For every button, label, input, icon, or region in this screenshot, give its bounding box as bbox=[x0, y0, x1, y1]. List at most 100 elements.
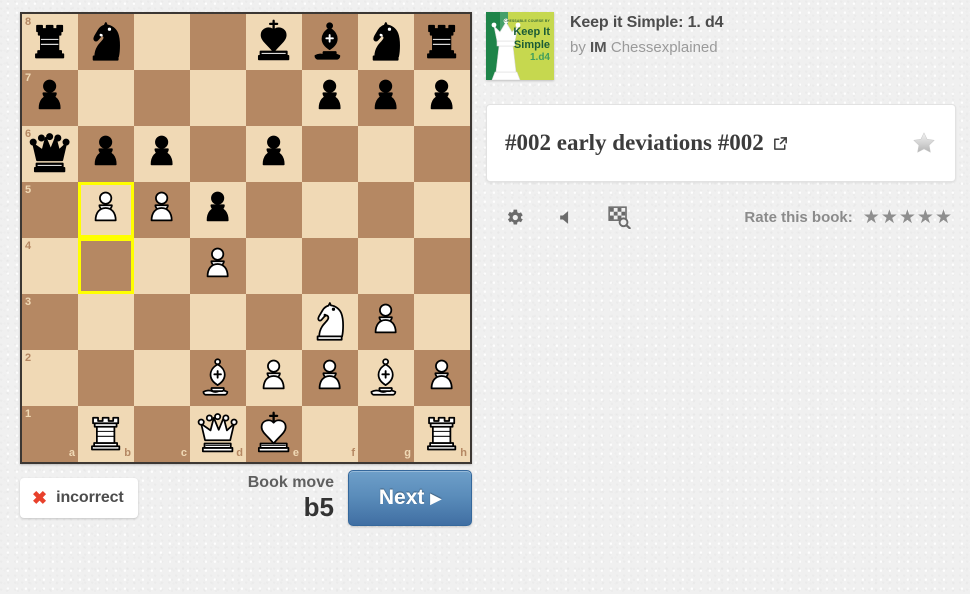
piece-black-pawn-f7[interactable] bbox=[302, 70, 358, 126]
board-square-h3[interactable] bbox=[414, 294, 470, 350]
board-square-d1[interactable]: d bbox=[190, 406, 246, 462]
board-square-d7[interactable] bbox=[190, 70, 246, 126]
favorite-star-icon[interactable] bbox=[911, 130, 937, 156]
book-cover-thumbnail[interactable]: CHESSABLE COURSE BY Keep It Simple 1.d4 bbox=[486, 12, 554, 80]
piece-white-pawn-e2[interactable] bbox=[246, 350, 302, 406]
board-square-a6[interactable]: 6 bbox=[22, 126, 78, 182]
piece-white-pawn-d4[interactable] bbox=[190, 238, 246, 294]
board-square-g5[interactable] bbox=[358, 182, 414, 238]
board-square-b1[interactable]: b bbox=[78, 406, 134, 462]
book-title[interactable]: Keep it Simple: 1. d4 bbox=[570, 14, 723, 32]
board-square-g3[interactable] bbox=[358, 294, 414, 350]
board-square-b2[interactable] bbox=[78, 350, 134, 406]
board-square-f3[interactable] bbox=[302, 294, 358, 350]
board-search-icon[interactable] bbox=[608, 205, 631, 229]
board-square-g2[interactable] bbox=[358, 350, 414, 406]
board-square-c4[interactable] bbox=[134, 238, 190, 294]
board-square-e3[interactable] bbox=[246, 294, 302, 350]
board-square-c2[interactable] bbox=[134, 350, 190, 406]
rating-star-1[interactable]: ★ bbox=[863, 208, 880, 227]
piece-black-king-e8[interactable] bbox=[246, 14, 302, 70]
board-square-e4[interactable] bbox=[246, 238, 302, 294]
board-square-b7[interactable] bbox=[78, 70, 134, 126]
board-square-c6[interactable] bbox=[134, 126, 190, 182]
author-name[interactable]: Chessexplained bbox=[611, 39, 718, 56]
board-square-g8[interactable] bbox=[358, 14, 414, 70]
piece-black-pawn-b6[interactable] bbox=[78, 126, 134, 182]
board-square-f4[interactable] bbox=[302, 238, 358, 294]
board-square-c5[interactable] bbox=[134, 182, 190, 238]
board-square-b8[interactable] bbox=[78, 14, 134, 70]
next-button[interactable]: Next ▶ bbox=[348, 470, 472, 526]
piece-black-pawn-h7[interactable] bbox=[414, 70, 470, 126]
board-square-f7[interactable] bbox=[302, 70, 358, 126]
board-square-f6[interactable] bbox=[302, 126, 358, 182]
board-square-g1[interactable]: g bbox=[358, 406, 414, 462]
board-square-c8[interactable] bbox=[134, 14, 190, 70]
board-grid[interactable]: 8 7 6 5 4 3 2 1 a b c d e f g h bbox=[22, 14, 470, 462]
board-square-e6[interactable] bbox=[246, 126, 302, 182]
board-square-h5[interactable] bbox=[414, 182, 470, 238]
piece-black-pawn-d5[interactable] bbox=[190, 182, 246, 238]
board-square-h7[interactable] bbox=[414, 70, 470, 126]
piece-black-bishop-f8[interactable] bbox=[302, 14, 358, 70]
piece-white-bishop-g2[interactable] bbox=[358, 350, 414, 406]
board-square-c7[interactable] bbox=[134, 70, 190, 126]
board-square-a4[interactable]: 4 bbox=[22, 238, 78, 294]
piece-black-pawn-e6[interactable] bbox=[246, 126, 302, 182]
piece-white-pawn-g3[interactable] bbox=[358, 294, 414, 350]
board-square-b3[interactable] bbox=[78, 294, 134, 350]
piece-white-pawn-b5[interactable] bbox=[78, 182, 134, 238]
piece-white-pawn-c5[interactable] bbox=[134, 182, 190, 238]
rating-star-3[interactable]: ★ bbox=[899, 208, 916, 227]
board-square-d2[interactable] bbox=[190, 350, 246, 406]
board-square-f8[interactable] bbox=[302, 14, 358, 70]
board-square-e5[interactable] bbox=[246, 182, 302, 238]
board-square-a8[interactable]: 8 bbox=[22, 14, 78, 70]
rating-star-5[interactable]: ★ bbox=[935, 208, 952, 227]
board-square-h8[interactable] bbox=[414, 14, 470, 70]
board-square-d3[interactable] bbox=[190, 294, 246, 350]
board-square-a2[interactable]: 2 bbox=[22, 350, 78, 406]
board-square-d4[interactable] bbox=[190, 238, 246, 294]
board-square-d6[interactable] bbox=[190, 126, 246, 182]
board-square-b4[interactable] bbox=[78, 238, 134, 294]
board-square-h6[interactable] bbox=[414, 126, 470, 182]
board-square-e2[interactable] bbox=[246, 350, 302, 406]
board-square-b5[interactable] bbox=[78, 182, 134, 238]
board-square-h1[interactable]: h bbox=[414, 406, 470, 462]
board-square-a5[interactable]: 5 bbox=[22, 182, 78, 238]
rating-star-2[interactable]: ★ bbox=[881, 208, 898, 227]
board-square-e8[interactable] bbox=[246, 14, 302, 70]
speaker-muted-icon[interactable] bbox=[557, 208, 576, 227]
board-square-g6[interactable] bbox=[358, 126, 414, 182]
chess-board[interactable]: 8 7 6 5 4 3 2 1 a b c d e f g h bbox=[20, 12, 472, 464]
piece-white-pawn-f2[interactable] bbox=[302, 350, 358, 406]
piece-white-bishop-d2[interactable] bbox=[190, 350, 246, 406]
gear-icon[interactable] bbox=[504, 207, 525, 228]
board-square-e1[interactable]: e bbox=[246, 406, 302, 462]
board-square-g7[interactable] bbox=[358, 70, 414, 126]
board-square-c1[interactable]: c bbox=[134, 406, 190, 462]
external-link-icon[interactable] bbox=[772, 135, 789, 152]
piece-black-pawn-c6[interactable] bbox=[134, 126, 190, 182]
piece-white-pawn-h2[interactable] bbox=[414, 350, 470, 406]
piece-black-pawn-g7[interactable] bbox=[358, 70, 414, 126]
board-square-f1[interactable]: f bbox=[302, 406, 358, 462]
board-square-a3[interactable]: 3 bbox=[22, 294, 78, 350]
piece-black-knight-b8[interactable] bbox=[78, 14, 134, 70]
board-square-c3[interactable] bbox=[134, 294, 190, 350]
piece-black-rook-h8[interactable] bbox=[414, 14, 470, 70]
rating-stars[interactable]: ★ ★ ★ ★ ★ bbox=[863, 208, 952, 227]
board-square-b6[interactable] bbox=[78, 126, 134, 182]
piece-white-knight-f3[interactable] bbox=[302, 294, 358, 350]
board-square-a1[interactable]: 1a bbox=[22, 406, 78, 462]
board-square-g4[interactable] bbox=[358, 238, 414, 294]
board-square-d8[interactable] bbox=[190, 14, 246, 70]
board-square-f5[interactable] bbox=[302, 182, 358, 238]
board-square-d5[interactable] bbox=[190, 182, 246, 238]
board-square-h2[interactable] bbox=[414, 350, 470, 406]
rating-star-4[interactable]: ★ bbox=[917, 208, 934, 227]
piece-black-knight-g8[interactable] bbox=[358, 14, 414, 70]
board-square-h4[interactable] bbox=[414, 238, 470, 294]
